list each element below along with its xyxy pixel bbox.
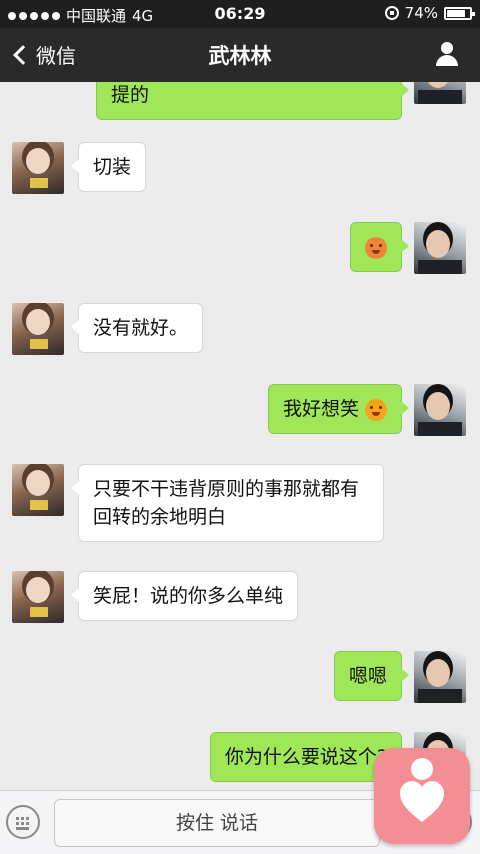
message-bubble-out[interactable]: 嗯嗯 [333, 651, 410, 701]
my-avatar[interactable] [414, 82, 466, 104]
nav-bar: 微信 武林林 [0, 28, 480, 82]
message-bubble-in[interactable]: 没有就好。 [70, 303, 204, 353]
floating-icon-dot [411, 758, 433, 780]
message-text: 嗯嗯 [348, 665, 387, 687]
rotation-lock-icon [384, 6, 399, 20]
message-text: 提的 [111, 84, 150, 106]
status-right: 74% [384, 4, 475, 22]
message-bubble-out[interactable]: 我好想笑 [267, 384, 410, 434]
chat-area[interactable]: 提的 切装 没有就好。 我好想笑 只要不干违背原则的事那就都有回转的余地明白 笑… [0, 82, 480, 790]
message-text: 你为什么要说这个? [224, 746, 387, 768]
contact-info-icon[interactable] [434, 42, 460, 68]
message-bubble-in[interactable]: 笑屁！说的你多么单纯 [70, 571, 299, 621]
message-bubble-in[interactable]: 只要不干违背原则的事那就都有回转的余地明白 [71, 464, 384, 542]
my-avatar[interactable] [414, 651, 466, 703]
floating-heart-app-icon[interactable] [374, 748, 470, 844]
heart-icon [400, 781, 444, 822]
grin-emoji-icon [365, 398, 387, 421]
contact-avatar[interactable] [12, 464, 64, 516]
status-bar: 中国联通 4G 06:29 74% [0, 0, 480, 28]
blush-emoji-icon [365, 236, 387, 259]
message-text: 笑屁！说的你多么单纯 [93, 585, 284, 607]
battery-icon [444, 6, 475, 20]
message-text: 切装 [93, 156, 132, 178]
contact-avatar[interactable] [12, 571, 64, 623]
my-avatar[interactable] [414, 384, 466, 436]
contact-avatar[interactable] [12, 142, 64, 194]
message-text: 我好想笑 [282, 398, 359, 420]
chat-title: 武林林 [208, 44, 272, 68]
keyboard-toggle-icon[interactable] [6, 805, 40, 839]
message-bubble-in[interactable]: 切装 [70, 142, 147, 192]
message-bubble-out[interactable] [350, 222, 409, 272]
hold-to-talk-button[interactable]: 按住 说话 [54, 799, 380, 847]
battery-percent: 74% [404, 4, 438, 22]
contact-avatar[interactable] [12, 303, 64, 355]
message-bubble-out[interactable]: 提的 [96, 82, 409, 120]
message-text: 没有就好。 [93, 317, 189, 339]
my-avatar[interactable] [414, 222, 466, 274]
message-text: 只要不干违背原则的事那就都有回转的余地明白 [93, 478, 360, 528]
